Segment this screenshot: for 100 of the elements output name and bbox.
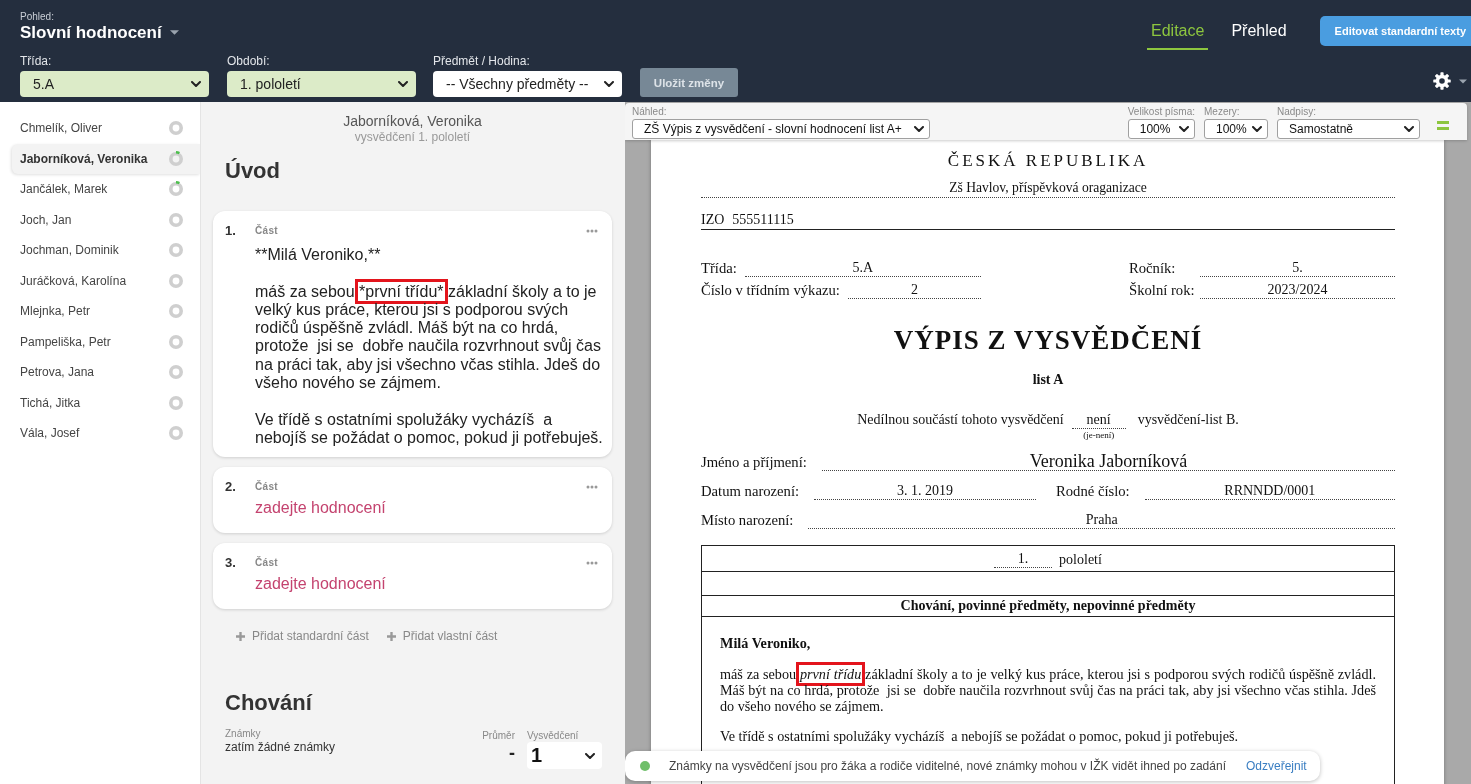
fill-in-line: není [1071, 411, 1126, 429]
form-label: Jméno a příjmení: [701, 453, 807, 471]
double-bar-icon[interactable] [1437, 121, 1449, 130]
grades-text: zatím žádné známky [225, 740, 336, 755]
part-number: 1. [225, 225, 237, 237]
student-item[interactable]: Tichá, Jitka [12, 387, 200, 418]
student-item[interactable]: Mlejnka, Petr [12, 296, 200, 327]
sheet-label: list A [1031, 371, 1065, 389]
more-icon[interactable] [586, 229, 598, 233]
fill-in-line: RRNNDD/0001 [1144, 483, 1395, 500]
fill-in-line: 5.A [744, 260, 981, 277]
average-label: Průměr [482, 730, 515, 743]
chevron-down-icon [1404, 126, 1414, 132]
fill-in-line: Veronika Jaborníková [821, 452, 1395, 471]
letter-paragraph: Ve třídě s ostatními spolužáky vycházíš a nebojíš se požádat o pomoc, pokud ji potřebuješ. [720, 727, 1240, 744]
form-label: Ročník: [1129, 259, 1177, 277]
part-label: Část [255, 557, 278, 570]
fill-in-line: 2 [847, 282, 981, 299]
preview-setting-label: Mezery: [1204, 106, 1241, 117]
evaluation-field[interactable]: **Milá Veroniko,** máš za sebou *první třídu* základní školy a to je velký kus práce, kterou jsi s podporou svých rodičů úspěšně zvládl. Máš být na co hrdá, protože jsi se dobře naučila rozvrhnout svůj čas na práci tak, aby jsi všechno včas stihla. Jdeš do všeho nového se zájmem. Ve třídě s ostatními spolužáky vycházíš a nebojíš se požádat o pomoc, pokud ji potřebuješ. [255, 246, 605, 448]
fill-in-line: Zš Havlov, příspěvková oraganizace [701, 179, 1395, 198]
fill-in-line: Praha [808, 512, 1395, 529]
izo-label: IZO [701, 211, 725, 229]
student-item[interactable]: Vála, Josef [12, 418, 200, 449]
chevron-down-icon [1252, 126, 1262, 132]
tab[interactable]: Editace [1147, 16, 1209, 50]
tab[interactable]: Přehled [1227, 16, 1291, 50]
form-label: Místo narození: [701, 511, 794, 529]
plus-icon [386, 631, 396, 641]
preview-setting-select[interactable]: Samostatně [1277, 119, 1420, 139]
letter-greeting: Milá Veroniko, [720, 635, 812, 651]
preview-setting-select[interactable]: ZŠ Výpis z vysvědčení - slovní hodnocení list A+ [632, 119, 930, 139]
caret-icon [169, 30, 179, 35]
chevron-down-icon [914, 126, 924, 132]
filter-label: Třída: [20, 54, 53, 68]
annex-text: Nedílnou součástí tohoto vysvědčení [857, 411, 1064, 429]
part-number: 3. [225, 557, 237, 570]
form-label: Číslo v třídním výkazu: [701, 281, 840, 299]
form-label: Školní rok: [1129, 281, 1196, 299]
form-label: Rodné číslo: [1056, 482, 1130, 500]
student-item[interactable]: Jochman, Dominik [12, 235, 200, 266]
fill-in-line: 2023/2024 [1200, 282, 1395, 299]
student-item[interactable]: Petrova, Jana [12, 357, 200, 388]
student-item[interactable]: Pampeliška, Petr [12, 326, 200, 357]
chevron-down-icon [604, 81, 614, 87]
plus-icon [236, 631, 245, 641]
form-label: Třída: [701, 259, 737, 277]
more-icon[interactable] [586, 561, 598, 566]
certificate-grade-select[interactable]: 1 [527, 742, 602, 770]
student-item[interactable]: Chmelík, Oliver [12, 113, 200, 144]
view-dropdown[interactable]: Slovní hodnocení [20, 23, 179, 42]
fill-in-line: 3. 1. 2019 [814, 483, 1036, 500]
period-label: pololetí [1059, 552, 1102, 568]
period-subtitle: vysvědčení 1. pololetí [353, 130, 472, 144]
chevron-down-icon [398, 81, 408, 87]
preview-setting-select[interactable]: 100% [1127, 119, 1195, 139]
status-dot-icon [640, 761, 650, 771]
chevron-down-icon [1178, 126, 1189, 132]
table-heading: Chování, povinné předměty, nepovinné předměty [702, 596, 1394, 617]
chevron-down-icon [585, 752, 595, 759]
student-item[interactable]: Jaborníková, Veronika [12, 143, 200, 174]
part-label: Část [255, 481, 278, 494]
filter-select[interactable]: -- Všechny předměty -- [433, 71, 622, 97]
evaluation-field[interactable]: zadejte hodnocení [255, 575, 605, 594]
izo-value: 555511115 [732, 211, 794, 229]
evaluation-field[interactable]: zadejte hodnocení [255, 499, 605, 518]
filter-select[interactable]: 1. pololetí [227, 71, 416, 97]
average-value: - [509, 742, 515, 765]
unpublish-link[interactable]: Odzveřejnit [1245, 759, 1307, 773]
letter-paragraph: máš za sebou první třídu základní školy a to je velký kus práce, kterou jsi s podporou svých rodičů úspěšně zvládl. Máš být na co hrdá, protože jsi se dobře naučila rozvrhnout svůj čas na práci tak, aby jsi všechno včas stihla. Jdeš do všeho nového se zájmem. [720, 661, 1376, 714]
more-icon[interactable] [586, 485, 598, 490]
section-heading: Chování [224, 690, 314, 717]
student-heading: Jaborníková, Veronika [342, 113, 483, 130]
form-label: Datum narození: [701, 482, 800, 500]
chevron-down-icon [191, 81, 201, 87]
filter-label: Období: [227, 54, 271, 68]
document-title: VÝPIS Z VYSVĚDČENÍ [892, 324, 1204, 357]
certificate-label: Vysvědčení [527, 730, 580, 743]
grades-label: Známky [225, 728, 262, 741]
student-item[interactable]: Juráčková, Karolína [12, 265, 200, 296]
view-label: Pohled: [20, 11, 54, 23]
notification-text: Známky na vysvědčení jsou pro žáka a rodiče viditelné, nové známky mohou v IŽK vidět ihned po zadání [669, 759, 1226, 773]
student-item[interactable]: Joch, Jan [12, 204, 200, 235]
part-number: 2. [225, 481, 237, 494]
caret-icon[interactable] [1459, 78, 1467, 84]
annex-text: vysvědčení-list B. [1137, 411, 1239, 429]
part-label: Část [255, 225, 278, 237]
filter-select[interactable]: 5.A [20, 71, 209, 97]
section-heading: Úvod [224, 158, 281, 184]
settings-icon[interactable] [1433, 72, 1451, 90]
preview-setting-label: Náhled: [632, 106, 668, 117]
country-heading: ČESKÁ REPUBLIKA [946, 150, 1150, 172]
preview-setting-label: Nadpisy: [1277, 106, 1317, 117]
preview-setting-select[interactable]: 100% [1204, 119, 1268, 139]
filter-label: Předmět / Hodina: [433, 54, 531, 68]
fill-in-line: 5. [1200, 260, 1395, 277]
preview-setting-label: Velikost písma: [1127, 106, 1195, 117]
student-item[interactable]: Jančálek, Marek [12, 174, 200, 205]
fill-in-line: 1. [994, 551, 1053, 568]
field-hint: (je-není) [1083, 429, 1115, 441]
